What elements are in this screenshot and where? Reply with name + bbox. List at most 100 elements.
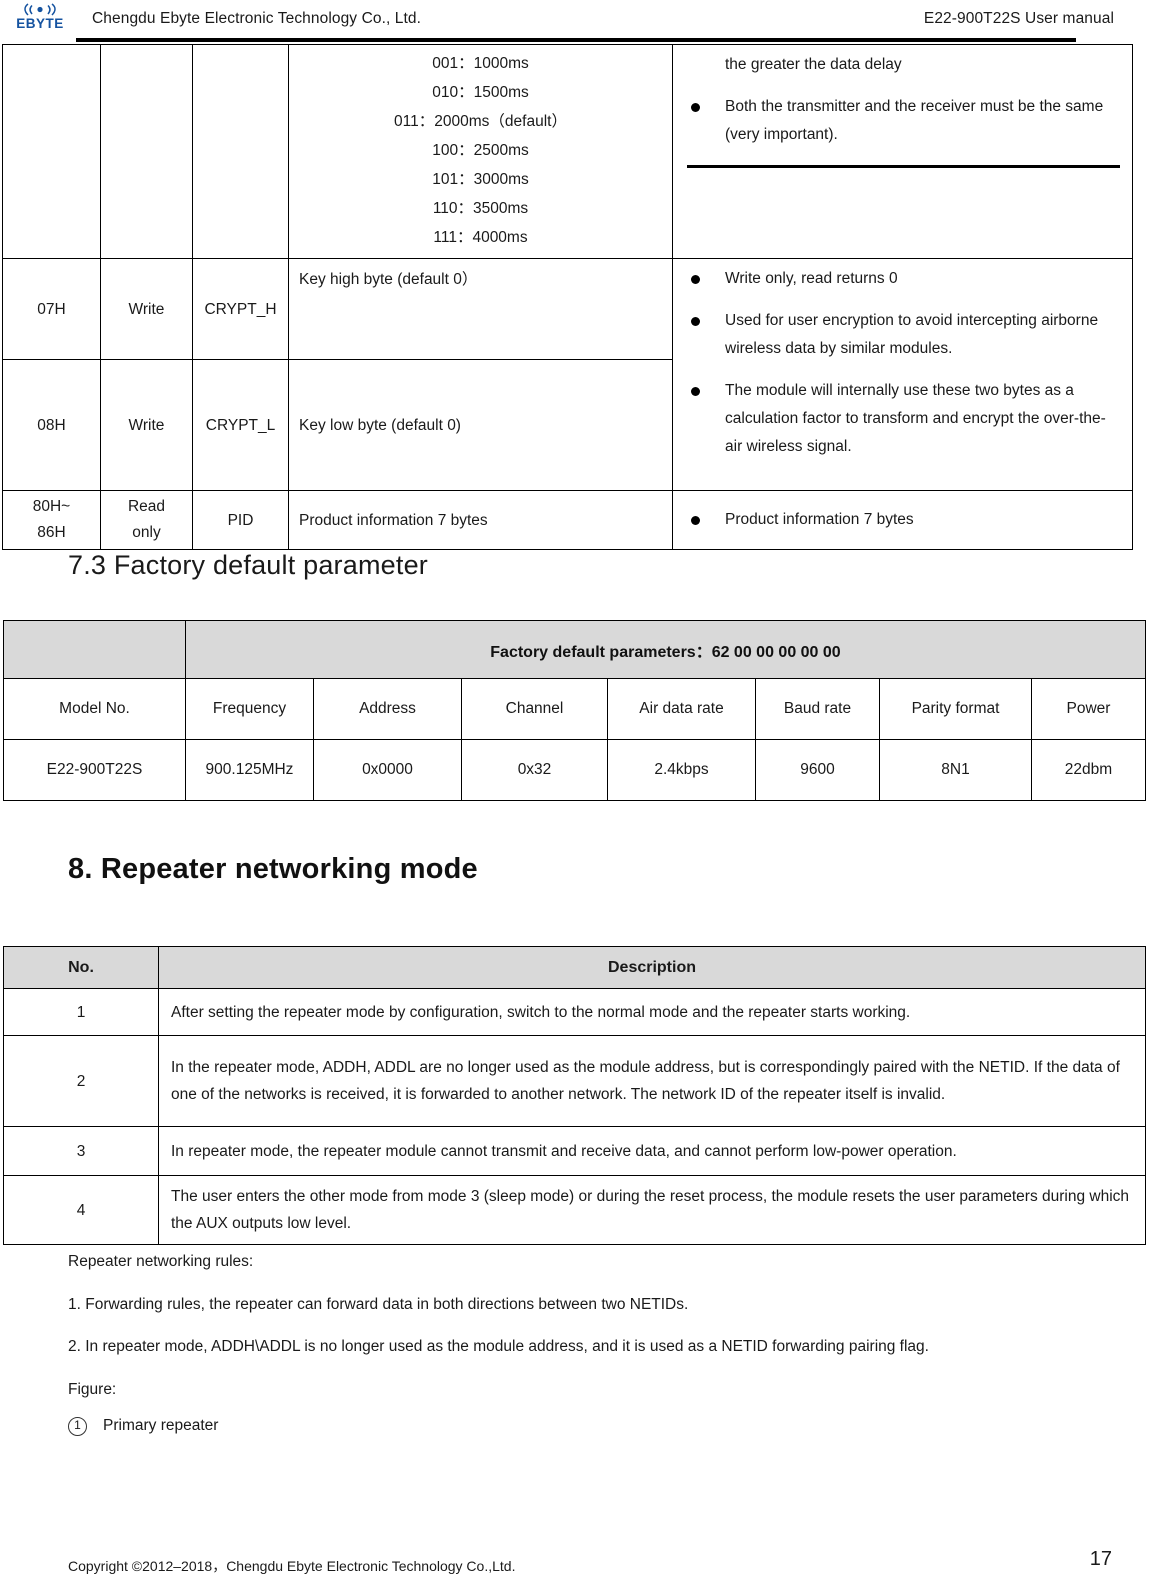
- reg-address-cell: [2, 44, 101, 259]
- note-text: Product information 7 bytes: [725, 511, 914, 528]
- reg-rw-line-1: Read: [127, 498, 166, 515]
- reg-address-cell: 08H: [2, 359, 101, 491]
- reg-address-cell: 80H~ 86H: [2, 490, 101, 550]
- note-text: Used for user encryption to avoid interc…: [725, 312, 1099, 357]
- section-heading-8: 8. Repeater networking mode: [68, 853, 478, 885]
- repeater-networking-table: No. Description 1 After setting the repe…: [3, 946, 1146, 1245]
- reg-description-cell: Key high byte (default 0）: [288, 258, 673, 360]
- column-header-air-data-rate: Air data rate: [607, 678, 756, 740]
- register-table: 001：1000ms 010：1500ms 011：2000ms（default…: [2, 44, 1133, 550]
- list-item: 101：3000ms: [432, 171, 529, 188]
- column-header-address: Address: [313, 678, 462, 740]
- table-row: 001：1000ms 010：1500ms 011：2000ms（default…: [2, 44, 1133, 259]
- inline-divider: [687, 165, 1120, 168]
- repeater-row-description: After setting the repeater mode by confi…: [158, 988, 1146, 1036]
- column-header-model-no: Model No.: [3, 678, 186, 740]
- repeater-row-description: In the repeater mode, ADDH, ADDL are no …: [158, 1035, 1146, 1127]
- bullet-dot-icon: [691, 103, 700, 112]
- list-item: 010：1500ms: [432, 84, 529, 101]
- crypt-notes-cell: Write only, read returns 0 Used for user…: [672, 258, 1133, 491]
- repeater-rule-2: 2. In repeater mode, ADDH\ADDL is no lon…: [68, 1338, 929, 1355]
- table-row: 07H Write CRYPT_H Key high byte (default…: [2, 258, 1133, 491]
- value-frequency: 900.125MHz: [185, 739, 314, 801]
- bullet-dot-icon: [691, 516, 700, 525]
- reg-rw-cell: Write: [100, 258, 193, 360]
- figure-item-text: Primary repeater: [103, 1417, 219, 1434]
- reg-description-cell: 001：1000ms 010：1500ms 011：2000ms（default…: [288, 44, 673, 259]
- repeater-row-number: 3: [3, 1126, 159, 1176]
- column-header-power: Power: [1031, 678, 1146, 740]
- bullet-dot-icon: [691, 317, 700, 326]
- table-row: E22-900T22S 900.125MHz 0x0000 0x32 2.4kb…: [3, 739, 1146, 801]
- figure-label: Figure:: [68, 1381, 117, 1398]
- list-item: Used for user encryption to avoid interc…: [687, 307, 1122, 363]
- reg-address-line-1: 80H~: [32, 498, 71, 515]
- reg-address-cell: 07H: [2, 258, 101, 360]
- value-model-no: E22-900T22S: [3, 739, 186, 801]
- reg-address-line-2: 86H: [37, 524, 66, 541]
- list-item: Write only, read returns 0: [687, 265, 1122, 293]
- column-header-description: Description: [158, 946, 1146, 989]
- value-address: 0x0000: [313, 739, 462, 801]
- note-text: Write only, read returns 0: [725, 270, 898, 287]
- column-header-no: No.: [3, 946, 159, 989]
- reg-rw-line-2: only: [132, 524, 161, 541]
- reg-name-cell: CRYPT_H: [192, 258, 289, 360]
- repeater-row-description: In repeater mode, the repeater module ca…: [158, 1126, 1146, 1176]
- list-item: 011：2000ms（default）: [394, 113, 567, 130]
- figure-list-item: 1 Primary repeater: [68, 1415, 218, 1437]
- list-item: 111：4000ms: [433, 229, 528, 246]
- note-bullet-list: Product information 7 bytes: [673, 506, 1132, 534]
- reg-description-cell: Product information 7 bytes: [288, 490, 673, 550]
- document-page: EBYTE Chengdu Ebyte Electronic Technolog…: [0, 0, 1152, 1594]
- bullet-dot-icon: [691, 275, 700, 284]
- factory-banner-title: Factory default parameters：62 00 00 00 0…: [185, 620, 1146, 679]
- reg-notes-cell: the greater the data delay Both the tran…: [672, 44, 1133, 259]
- option-list: 001：1000ms 010：1500ms 011：2000ms（default…: [289, 45, 672, 258]
- reg-rw-cell: Write: [100, 359, 193, 491]
- note-bullet-list: Write only, read returns 0 Used for user…: [673, 259, 1132, 469]
- list-item: 100：2500ms: [432, 142, 529, 159]
- list-item: 110：3500ms: [432, 200, 529, 217]
- value-air-data-rate: 2.4kbps: [607, 739, 756, 801]
- value-power: 22dbm: [1031, 739, 1146, 801]
- list-item: The module will internally use these two…: [687, 377, 1122, 461]
- note-bullet-list: the greater the data delay Both the tran…: [673, 45, 1132, 157]
- table-row: 2 In the repeater mode, ADDH, ADDL are n…: [3, 1035, 1146, 1127]
- header-divider: [76, 38, 1076, 42]
- reg-name-cell: [192, 44, 289, 259]
- repeater-row-number: 1: [3, 988, 159, 1036]
- column-header-baud-rate: Baud rate: [755, 678, 880, 740]
- circled-number-icon: 1: [68, 1417, 87, 1436]
- footer-page-number: 17: [1089, 1548, 1112, 1570]
- value-baud-rate: 9600: [755, 739, 880, 801]
- repeater-row-number: 2: [3, 1035, 159, 1127]
- footer-copyright: Copyright ©2012–2018，Chengdu Ebyte Elect…: [68, 1558, 516, 1574]
- list-item: Product information 7 bytes: [687, 506, 1122, 534]
- reg-rw-cell: Read only: [100, 490, 193, 550]
- repeater-rule-1: 1. Forwarding rules, the repeater can fo…: [68, 1296, 689, 1313]
- note-text: The module will internally use these two…: [725, 382, 1106, 455]
- value-parity-format: 8N1: [879, 739, 1032, 801]
- repeater-rules-title: Repeater networking rules:: [68, 1253, 254, 1270]
- value-channel: 0x32: [461, 739, 608, 801]
- list-item: the greater the data delay: [687, 51, 1122, 79]
- reg-rw-cell: [100, 44, 193, 259]
- table-row: 3 In repeater mode, the repeater module …: [3, 1126, 1146, 1176]
- page-header: EBYTE Chengdu Ebyte Electronic Technolog…: [0, 0, 1152, 44]
- bullet-dot-icon: [691, 387, 700, 396]
- table-row: 1 After setting the repeater mode by con…: [3, 988, 1146, 1036]
- section-heading-7-3: 7.3 Factory default parameter: [68, 550, 428, 580]
- table-row: 80H~ 86H Read only PID Product informati…: [2, 490, 1133, 550]
- factory-default-table: Factory default parameters：62 00 00 00 0…: [3, 620, 1146, 801]
- table-row: 4 The user enters the other mode from mo…: [3, 1175, 1146, 1245]
- column-header-channel: Channel: [461, 678, 608, 740]
- reg-name-cell: PID: [192, 490, 289, 550]
- reg-description-cell: Key low byte (default 0): [288, 359, 673, 491]
- table-row: No. Description: [3, 946, 1146, 989]
- column-header-parity-format: Parity format: [879, 678, 1032, 740]
- repeater-row-number: 4: [3, 1175, 159, 1245]
- column-header-frequency: Frequency: [185, 678, 314, 740]
- note-text: the greater the data delay: [725, 56, 902, 73]
- ebyte-logo: EBYTE: [6, 2, 74, 42]
